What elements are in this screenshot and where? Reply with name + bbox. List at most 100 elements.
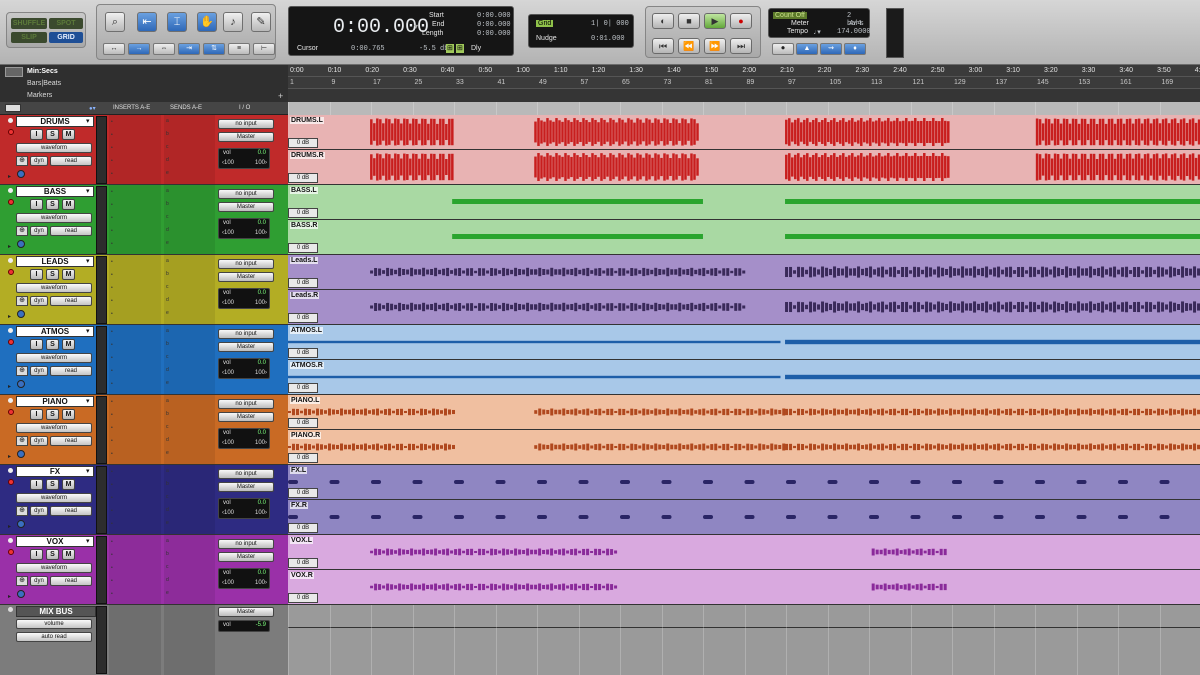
track-lane-vox[interactable]: VOX.L 0 dB VOX.R 0 dB <box>288 535 1200 605</box>
send-slot[interactable]: b <box>166 201 169 207</box>
send-slot[interactable]: b <box>166 481 169 487</box>
automation-mode-selector[interactable]: read <box>50 226 92 236</box>
insert-slot[interactable]: • <box>111 298 113 304</box>
automation-mode-selector[interactable]: read <box>50 156 92 166</box>
clip-name-left[interactable]: ATMOS.L <box>290 327 323 334</box>
track-select-icon[interactable] <box>8 188 13 193</box>
send-slot[interactable]: d <box>166 437 169 443</box>
clip-name-right[interactable]: Leads.R <box>290 292 320 299</box>
track-select-icon[interactable] <box>8 398 13 403</box>
go-to-end-icon[interactable]: ⏭ <box>730 38 752 54</box>
count-off-label[interactable]: Count Off <box>773 12 807 19</box>
clip-name-right[interactable]: ATMOS.R <box>290 362 324 369</box>
slip-mode-button[interactable]: SLIP <box>11 32 47 43</box>
expand-icon[interactable]: ▸ <box>8 523 11 530</box>
pan-left-value[interactable]: ‹100 <box>222 370 234 376</box>
track-lane-fx[interactable]: FX.L 0 dB FX.R 0 dB <box>288 465 1200 535</box>
send-slot[interactable]: c <box>166 284 169 290</box>
mixbus-volume-line[interactable] <box>288 627 1200 628</box>
playlist-icon[interactable]: ⊕ <box>16 226 28 236</box>
clip-gain-left[interactable]: 0 dB <box>288 208 318 218</box>
left-channel-lane[interactable]: BASS.L 0 dB <box>288 185 1200 219</box>
pan-right-value[interactable]: 100› <box>255 370 267 376</box>
pan-right-value[interactable]: 100› <box>255 580 267 586</box>
solo-button[interactable]: S <box>46 479 59 490</box>
insert-slot[interactable]: • <box>111 342 113 348</box>
send-slot[interactable]: b <box>166 131 169 137</box>
track-select-icon[interactable] <box>8 328 13 333</box>
record-enable-icon[interactable] <box>8 409 14 415</box>
send-slot[interactable]: c <box>166 564 169 570</box>
mute-button[interactable]: M <box>62 479 75 490</box>
stop-icon[interactable]: ■ <box>678 13 700 29</box>
clip-gain-right[interactable]: 0 dB <box>288 313 318 323</box>
track-view-selector[interactable]: waveform <box>16 493 92 503</box>
track-lane-drums[interactable]: DRUMS.L 0 dB DRUMS.R 0 dB <box>288 115 1200 185</box>
record-enable-icon[interactable] <box>8 479 14 485</box>
insert-slot[interactable]: • <box>111 189 113 195</box>
clip-gain-left[interactable]: 0 dB <box>288 488 318 498</box>
right-channel-lane[interactable]: BASS.R 0 dB <box>288 220 1200 254</box>
mute-button[interactable]: M <box>62 339 75 350</box>
send-slot[interactable]: e <box>166 170 169 176</box>
insert-slot[interactable]: • <box>111 451 113 457</box>
track-name[interactable]: FX <box>16 466 94 477</box>
sends-column[interactable]: a b c d e <box>164 115 215 184</box>
track-menu-icon[interactable]: ▾ <box>86 537 90 545</box>
track-lane-atmos[interactable]: ATMOS.L 0 dB ATMOS.R 0 dB <box>288 325 1200 395</box>
expand-icon[interactable]: ▸ <box>8 173 11 180</box>
timebase-icon[interactable] <box>17 310 25 318</box>
counter-dropdown-icon[interactable]: ▾ <box>414 22 418 32</box>
insert-slot[interactable]: • <box>111 399 113 405</box>
online-icon[interactable]: ◐ <box>652 13 674 29</box>
input-monitor-button[interactable]: I <box>30 129 43 140</box>
ruler-view-icon[interactable] <box>5 67 23 77</box>
solo-button[interactable]: S <box>46 409 59 420</box>
dyn-label[interactable]: dyn <box>30 366 48 376</box>
dyn-label[interactable]: dyn <box>30 226 48 236</box>
input-monitor-button[interactable]: I <box>30 339 43 350</box>
playlist-icon[interactable]: ⊕ <box>16 156 28 166</box>
clip-gain-right[interactable]: 0 dB <box>288 593 318 603</box>
insert-slot[interactable]: • <box>111 521 113 527</box>
insert-slot[interactable]: • <box>111 425 113 431</box>
track-name[interactable]: PIANO <box>16 396 94 407</box>
add-marker-icon[interactable]: + <box>278 91 283 101</box>
track-select-icon[interactable] <box>8 468 13 473</box>
output-selector[interactable]: Master <box>218 272 274 282</box>
volume-display[interactable]: vol 0.0 ‹100 100› <box>218 148 270 169</box>
track-menu-icon[interactable]: ▾ <box>86 467 90 475</box>
dyn-label[interactable]: dyn <box>30 436 48 446</box>
insert-slot[interactable]: • <box>111 565 113 571</box>
pan-right-value[interactable]: 100› <box>255 160 267 166</box>
output-selector[interactable]: Master <box>218 132 274 142</box>
output-selector[interactable]: Master <box>218 342 274 352</box>
track-name[interactable]: BASS <box>16 186 94 197</box>
grid-value[interactable]: 1| 0| 000 <box>591 20 629 28</box>
tab-to-transient-icon[interactable]: → <box>128 43 150 55</box>
track-menu-icon[interactable]: ▾ <box>86 117 90 125</box>
left-channel-lane[interactable]: ATMOS.L 0 dB <box>288 325 1200 359</box>
track-select-icon[interactable] <box>8 538 13 543</box>
minsec-ruler[interactable]: 0:00 0:10 0:20 0:30 0:40 0:50 1:00 1:10 1:20 1:30… <box>288 65 1200 77</box>
clip-gain-left[interactable]: 0 dB <box>288 278 318 288</box>
mute-button[interactable]: M <box>62 409 75 420</box>
left-channel-lane[interactable]: VOX.L 0 dB <box>288 535 1200 569</box>
link-timeline-icon[interactable]: ⇔ <box>153 43 175 55</box>
mixbus-inserts[interactable] <box>109 605 161 675</box>
send-slot[interactable]: e <box>166 520 169 526</box>
pan-left-value[interactable]: ‹100 <box>222 510 234 516</box>
link-track-icon[interactable]: ⇥ <box>178 43 200 55</box>
send-slot[interactable]: e <box>166 590 169 596</box>
send-slot[interactable]: e <box>166 310 169 316</box>
rewind-icon[interactable]: ⏪ <box>678 38 700 54</box>
clip-gain-right[interactable]: 0 dB <box>288 453 318 463</box>
insert-slot[interactable]: • <box>111 469 113 475</box>
insert-slot[interactable]: • <box>111 329 113 335</box>
input-monitor-button[interactable]: I <box>30 549 43 560</box>
dly-toggle-2[interactable]: ⊞ <box>456 44 464 53</box>
midi-merge-icon[interactable]: ⇝ <box>820 43 842 55</box>
track-menu-icon[interactable]: ▾ <box>86 327 90 335</box>
record-enable-icon[interactable] <box>8 199 14 205</box>
inserts-column[interactable]: • • • • • <box>109 465 161 534</box>
